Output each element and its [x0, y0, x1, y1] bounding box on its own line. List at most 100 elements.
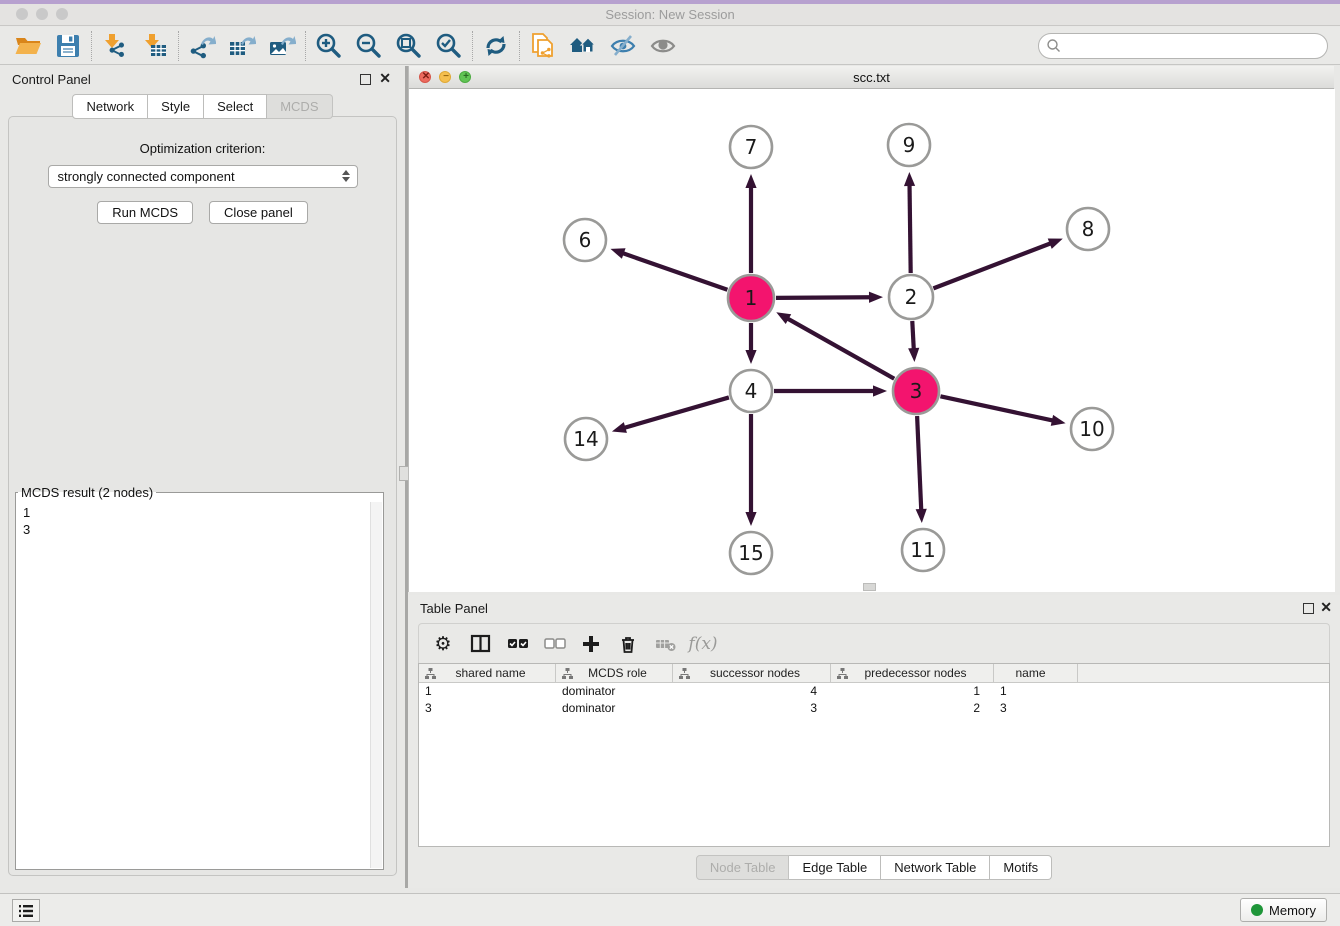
graph-node-2[interactable]: 2: [889, 275, 933, 319]
close-panel-icon[interactable]: ✕: [379, 70, 391, 87]
open-session-button[interactable]: [8, 29, 48, 63]
deselect-all-button[interactable]: [540, 629, 570, 659]
graph-node-8[interactable]: 8: [1067, 208, 1109, 250]
graph-node-15[interactable]: 15: [730, 532, 772, 574]
graph-edge-2-8[interactable]: [933, 238, 1062, 288]
canvas-splitter-handle[interactable]: [863, 583, 876, 591]
float-table-panel-icon[interactable]: [1303, 603, 1314, 614]
float-panel-icon[interactable]: [360, 74, 371, 85]
network-window-titlebar[interactable]: ✕ − + scc.txt: [409, 66, 1334, 89]
table-options-button[interactable]: ⚙: [429, 629, 459, 659]
graph-node-4[interactable]: 4: [730, 370, 772, 412]
graph-edge-2-3[interactable]: [908, 321, 919, 362]
tab-style[interactable]: Style: [148, 94, 204, 119]
close-panel-button[interactable]: Close panel: [209, 201, 308, 224]
graph-node-3[interactable]: 3: [893, 368, 939, 414]
table-cell[interactable]: 3: [994, 700, 1078, 717]
search-box[interactable]: [1038, 33, 1328, 59]
toolbar-separator: [519, 31, 520, 61]
column-header-successor-nodes[interactable]: successor nodes: [673, 664, 831, 682]
mcds-result-text[interactable]: 13: [17, 502, 370, 868]
table-cell[interactable]: 1: [994, 683, 1078, 700]
export-table-button[interactable]: [222, 29, 262, 63]
graph-edge-3-10[interactable]: [940, 396, 1065, 426]
run-mcds-button[interactable]: Run MCDS: [97, 201, 193, 224]
export-network-icon: [188, 32, 216, 60]
column-header-predecessor-nodes[interactable]: predecessor nodes: [831, 664, 994, 682]
graph-node-6[interactable]: 6: [564, 219, 606, 261]
table-cell[interactable]: 1: [419, 683, 556, 700]
show-columns-button[interactable]: [466, 629, 496, 659]
tab-motifs[interactable]: Motifs: [990, 855, 1052, 880]
status-bar: Memory: [0, 893, 1340, 926]
graph-node-9[interactable]: 9: [888, 124, 930, 166]
import-table-button[interactable]: [135, 29, 175, 63]
graph-edge-4-15[interactable]: [745, 414, 756, 526]
graph-node-14[interactable]: 14: [565, 418, 607, 460]
result-scrollbar[interactable]: [370, 502, 382, 868]
graph-edge-1-2[interactable]: [776, 292, 883, 303]
network-view-window: ✕ − + scc.txt 7 9 6 8 1 2 4 3 14 10 15 11: [408, 66, 1334, 592]
table-cell[interactable]: 2: [831, 700, 994, 717]
create-column-button[interactable]: [577, 629, 607, 659]
graph-edge-3-1[interactable]: [776, 312, 894, 378]
show-all-button[interactable]: [643, 29, 683, 63]
list-icon: [17, 903, 35, 919]
refresh-button[interactable]: [476, 29, 516, 63]
hide-selected-button[interactable]: [603, 29, 643, 63]
column-header-MCDS-role[interactable]: MCDS role: [556, 664, 673, 682]
table-row[interactable]: 3dominator323: [419, 700, 1329, 717]
attribute-icon: [837, 668, 848, 679]
graph-node-11[interactable]: 11: [902, 529, 944, 571]
save-session-button[interactable]: [48, 29, 88, 63]
import-network-button[interactable]: [95, 29, 135, 63]
table-row[interactable]: 1dominator411: [419, 683, 1329, 700]
tab-edge-table[interactable]: Edge Table: [789, 855, 881, 880]
duplicate-network-button[interactable]: [523, 29, 563, 63]
zoom-selected-button[interactable]: [429, 29, 469, 63]
close-table-panel-icon[interactable]: ✕: [1320, 599, 1332, 616]
graph-edge-1-7[interactable]: [745, 174, 756, 273]
graph-node-10[interactable]: 10: [1071, 408, 1113, 450]
tab-network[interactable]: Network: [72, 94, 148, 119]
tab-node-table[interactable]: Node Table: [696, 855, 790, 880]
zoom-in-button[interactable]: [309, 29, 349, 63]
table-cell[interactable]: 4: [673, 683, 831, 700]
graph-node-label: 4: [745, 379, 758, 403]
tab-mcds[interactable]: MCDS: [267, 94, 332, 119]
graph-edge-3-11[interactable]: [916, 416, 927, 523]
column-header-name[interactable]: name: [994, 664, 1078, 682]
tab-network-table[interactable]: Network Table: [881, 855, 990, 880]
graph-node-label: 1: [745, 286, 758, 310]
zoom-out-button[interactable]: [349, 29, 389, 63]
graph-edge-4-3[interactable]: [774, 385, 887, 396]
table-cell[interactable]: 1: [831, 683, 994, 700]
table-cell[interactable]: dominator: [556, 683, 673, 700]
control-panel-tabs: NetworkStyleSelectMCDS: [0, 94, 405, 119]
table-cell[interactable]: 3: [673, 700, 831, 717]
graph-node-7[interactable]: 7: [730, 126, 772, 168]
select-stepper-icon: [342, 170, 350, 182]
result-line: 1: [23, 504, 370, 521]
task-history-button[interactable]: [12, 899, 40, 922]
table-cell[interactable]: dominator: [556, 700, 673, 717]
select-all-button[interactable]: [503, 629, 533, 659]
graph-edge-4-14[interactable]: [612, 397, 729, 433]
first-neighbors-button[interactable]: [563, 29, 603, 63]
tab-select[interactable]: Select: [204, 94, 267, 119]
table-cell[interactable]: 3: [419, 700, 556, 717]
graph-node-label: 6: [579, 228, 592, 252]
delete-column-button[interactable]: [614, 629, 644, 659]
graph-edge-1-4[interactable]: [745, 323, 756, 364]
graph-edge-1-6[interactable]: [610, 248, 727, 290]
optimization-criterion-select[interactable]: strongly connected component: [48, 165, 358, 188]
memory-button[interactable]: Memory: [1240, 898, 1327, 922]
export-image-button[interactable]: [262, 29, 302, 63]
network-graph[interactable]: 7 9 6 8 1 2 4 3 14 10 15 11: [409, 89, 1335, 592]
graph-node-1[interactable]: 1: [728, 275, 774, 321]
column-header-shared-name[interactable]: shared name: [419, 664, 556, 682]
search-input[interactable]: [1062, 36, 1327, 56]
fit-content-button[interactable]: [389, 29, 429, 63]
graph-edge-2-9[interactable]: [904, 172, 915, 273]
export-network-button[interactable]: [182, 29, 222, 63]
